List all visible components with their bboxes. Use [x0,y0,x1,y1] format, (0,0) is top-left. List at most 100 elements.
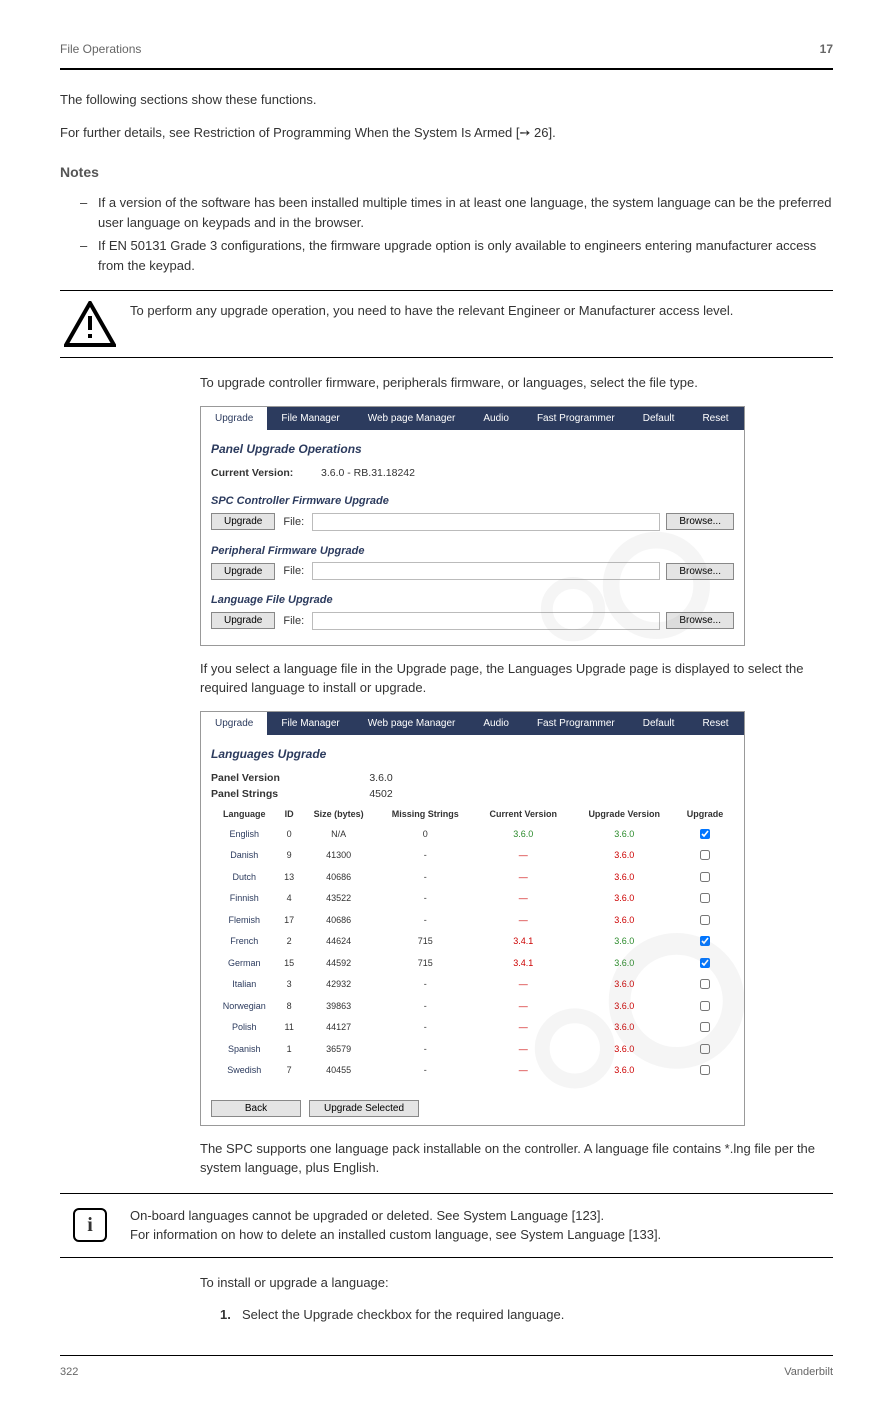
th-upgrade: Upgrade Version [572,806,676,824]
upgrade-checkbox[interactable] [700,829,710,839]
lang-id: 3 [277,974,300,996]
table-row: English0N/A03.6.03.6.0 [211,824,734,846]
step-item: 1.Select the Upgrade checkbox for the re… [220,1305,833,1325]
lang-size: 36579 [301,1039,377,1061]
lang-checkbox-cell [676,845,734,867]
upgrade-button[interactable]: Upgrade [211,612,275,629]
tab-upgrade[interactable]: Upgrade [201,712,267,735]
tab-default[interactable]: Default [629,407,689,430]
warning-text: To perform any upgrade operation, you ne… [120,301,833,321]
lang-size: 44592 [301,953,377,975]
header-left: File Operations [60,40,141,58]
lang-id: 17 [277,910,300,932]
lang-missing: - [376,910,474,932]
tab-fast-programmer[interactable]: Fast Programmer [523,407,629,430]
file-label: File: [281,563,306,580]
figure-languages-upgrade: Upgrade File Manager Web page Manager Au… [200,711,745,1126]
lang-name: English [211,824,277,846]
upgrade-checkbox[interactable] [700,1065,710,1075]
back-button[interactable]: Back [211,1100,301,1117]
tab-audio[interactable]: Audio [469,407,523,430]
upgrade-checkbox[interactable] [700,1044,710,1054]
file-input[interactable] [312,612,660,630]
panel-version-value: 3.6.0 [321,771,441,787]
file-input[interactable] [312,562,660,580]
intro-line-2: For further details, see Restriction of … [60,123,833,143]
file-label: File: [281,613,306,630]
table-row: French2446247153.4.13.6.0 [211,931,734,953]
th-id: ID [277,806,300,824]
lang-missing: - [376,996,474,1018]
table-row: German15445927153.4.13.6.0 [211,953,734,975]
spc-firmware-title: SPC Controller Firmware Upgrade [211,493,734,510]
lang-current: — [474,1017,572,1039]
tab-default[interactable]: Default [629,712,689,735]
tab-bar: Upgrade File Manager Web page Manager Au… [201,712,744,735]
tab-file-manager[interactable]: File Manager [267,712,353,735]
header-right: 17 [820,40,833,58]
browse-button[interactable]: Browse... [666,563,734,580]
lang-current: — [474,1039,572,1061]
browse-button[interactable]: Browse... [666,612,734,629]
lang-missing: 0 [376,824,474,846]
lang-current: — [474,910,572,932]
upgrade-checkbox[interactable] [700,893,710,903]
lang-upgrade: 3.6.0 [572,824,676,846]
lang-size: 41300 [301,845,377,867]
lang-current: — [474,888,572,910]
lang-missing: - [376,867,474,889]
upgrade-checkbox[interactable] [700,850,710,860]
lang-size: 44127 [301,1017,377,1039]
lang-current: 3.4.1 [474,931,572,953]
info-icon: i [60,1208,120,1242]
steps-intro: To install or upgrade a language: [200,1273,833,1293]
browse-button[interactable]: Browse... [666,513,734,530]
lang-checkbox-cell [676,888,734,910]
file-input[interactable] [312,513,660,531]
info-line-2: For information on how to delete an inst… [130,1225,833,1245]
upgrade-checkbox[interactable] [700,958,710,968]
lang-checkbox-cell [676,931,734,953]
upgrade-checkbox[interactable] [700,915,710,925]
lang-size: 40455 [301,1060,377,1082]
tab-audio[interactable]: Audio [469,712,523,735]
lang-id: 11 [277,1017,300,1039]
th-language: Language [211,806,277,824]
panel-upgrade-title: Panel Upgrade Operations [211,440,734,458]
table-row: Flemish1740686-—3.6.0 [211,910,734,932]
upgrade-checkbox[interactable] [700,979,710,989]
below-fig2-text: The SPC supports one language pack insta… [200,1139,833,1178]
lang-name: Dutch [211,867,277,889]
info-line-1: On-board languages cannot be upgraded or… [130,1206,833,1226]
tab-web-page-manager[interactable]: Web page Manager [354,712,470,735]
upgrade-button[interactable]: Upgrade [211,513,275,530]
lang-current: — [474,867,572,889]
upgrade-checkbox[interactable] [700,872,710,882]
lang-missing: - [376,845,474,867]
tab-upgrade[interactable]: Upgrade [201,407,267,430]
tab-reset[interactable]: Reset [688,712,742,735]
lang-id: 9 [277,845,300,867]
panel-strings-label: Panel Strings [211,787,321,803]
lang-id: 13 [277,867,300,889]
tab-reset[interactable]: Reset [688,407,742,430]
th-checkbox: Upgrade [676,806,734,824]
lang-upgrade: 3.6.0 [572,974,676,996]
warning-callout: To perform any upgrade operation, you ne… [60,290,833,358]
tab-web-page-manager[interactable]: Web page Manager [354,407,470,430]
table-row: Italian342932-—3.6.0 [211,974,734,996]
lang-upgrade: 3.6.0 [572,953,676,975]
current-version-value: 3.6.0 - RB.31.18242 [321,466,415,482]
upgrade-checkbox[interactable] [700,936,710,946]
lang-missing: - [376,974,474,996]
upgrade-checkbox[interactable] [700,1022,710,1032]
tab-fast-programmer[interactable]: Fast Programmer [523,712,629,735]
lang-checkbox-cell [676,974,734,996]
th-size: Size (bytes) [301,806,377,824]
upgrade-button[interactable]: Upgrade [211,563,275,580]
upgrade-selected-button[interactable]: Upgrade Selected [309,1100,419,1117]
lang-id: 0 [277,824,300,846]
panel-strings-value: 4502 [321,787,441,803]
tab-file-manager[interactable]: File Manager [267,407,353,430]
upgrade-checkbox[interactable] [700,1001,710,1011]
